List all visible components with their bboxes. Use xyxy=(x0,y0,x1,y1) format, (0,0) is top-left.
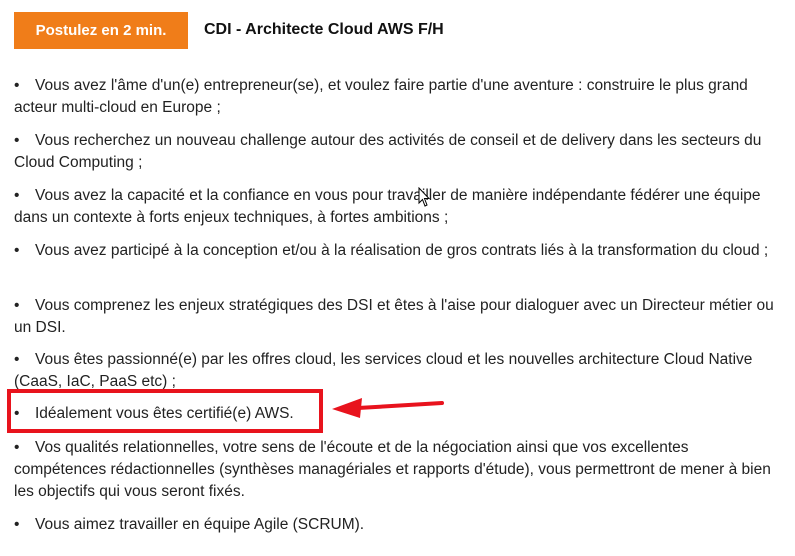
bullet-icon xyxy=(14,240,35,262)
bullet-icon xyxy=(14,75,35,97)
bullet-icon xyxy=(14,295,35,317)
list-item-text: Vous avez la capacité et la confiance en… xyxy=(14,187,761,226)
apply-button[interactable]: Postulez en 2 min. xyxy=(14,12,188,49)
list-item-text: Vous êtes passionné(e) par les offres cl… xyxy=(14,351,753,390)
list-item: Vous aimez travailler en équipe Agile (S… xyxy=(14,514,774,536)
bullet-icon xyxy=(14,130,35,152)
list-item-text: Vous aimez travailler en équipe Agile (S… xyxy=(35,516,365,533)
highlight-box xyxy=(7,389,323,433)
list-item: Vous avez l'âme d'un(e) entrepreneur(se)… xyxy=(14,75,774,119)
list-item: Vous êtes passionné(e) par les offres cl… xyxy=(14,349,774,393)
list-item: Vous avez participé à la conception et/o… xyxy=(14,240,774,262)
list-item: Vous comprenez les enjeux stratégiques d… xyxy=(14,295,774,339)
bullet-icon xyxy=(14,437,35,459)
list-item: Vous recherchez un nouveau challenge aut… xyxy=(14,130,774,174)
list-item-text: Vous avez participé à la conception et/o… xyxy=(35,242,769,259)
list-item: Vous avez la capacité et la confiance en… xyxy=(14,185,774,229)
bullet-icon xyxy=(14,185,35,207)
list-item-text: Vous recherchez un nouveau challenge aut… xyxy=(14,132,762,171)
list-item-text: Vous comprenez les enjeux stratégiques d… xyxy=(14,297,774,336)
job-title: CDI - Architecte Cloud AWS F/H xyxy=(204,21,444,38)
red-arrow-icon xyxy=(332,398,444,418)
text-cursor-icon xyxy=(418,187,430,207)
bullet-icon xyxy=(14,514,35,536)
list-item-text: Vous avez l'âme d'un(e) entrepreneur(se)… xyxy=(14,77,748,116)
list-item: Vos qualités relationnelles, votre sens … xyxy=(14,437,774,503)
bullet-icon xyxy=(14,349,35,371)
list-item-text: Vos qualités relationnelles, votre sens … xyxy=(14,439,771,500)
